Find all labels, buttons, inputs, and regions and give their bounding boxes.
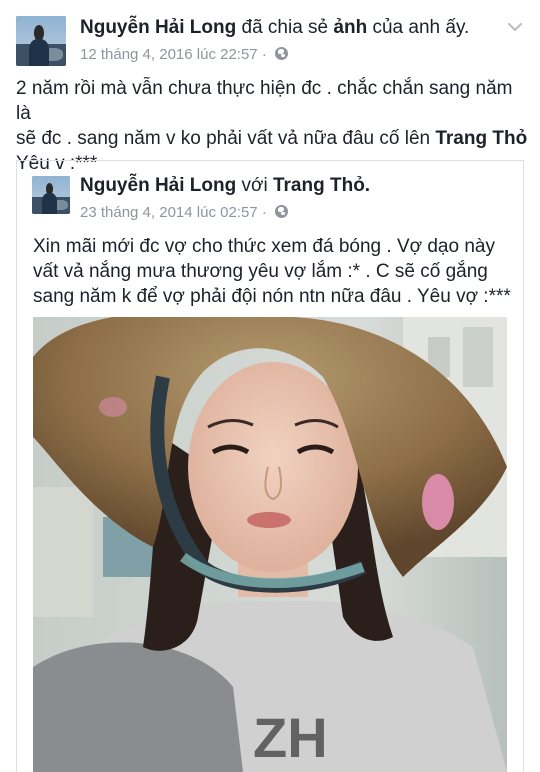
globe-icon[interactable] (275, 47, 288, 60)
shared-post-meta: 23 tháng 4, 2014 lúc 02:57 · (80, 203, 288, 223)
post-text-line: sẽ đc . sang năm v ko phải vất vả nữa đâ… (16, 128, 528, 149)
action-text: đã chia sẻ (241, 17, 329, 38)
tagged-user-link[interactable]: Trang Thỏ. (273, 175, 370, 196)
shared-post-header: Nguyễn Hải Long với Trang Thỏ. (80, 174, 370, 198)
post-timestamp[interactable]: 12 tháng 4, 2016 lúc 22:57 (80, 46, 258, 63)
post-meta: 12 tháng 4, 2016 lúc 22:57 · (80, 45, 288, 65)
shared-photo[interactable]: ZH (33, 317, 507, 772)
shared-text-line: sang năm k để vợ phải đội nón ntn nữa đâ… (33, 286, 511, 307)
action-object-link[interactable]: ảnh (333, 17, 367, 38)
action-suffix: của anh ấy. (372, 17, 470, 38)
shared-post-timestamp[interactable]: 23 tháng 4, 2014 lúc 02:57 (80, 204, 258, 221)
feed-post: Nguyễn Hải Long đã chia sẻ ảnh của anh ấ… (0, 0, 540, 772)
globe-icon[interactable] (275, 205, 288, 218)
post-text-line: 2 năm rồi mà vẫn chưa thực hiện đc . chắ… (16, 78, 513, 124)
shared-text-line: Xin mãi mới đc vợ cho thức xem đá bóng .… (33, 236, 495, 257)
author-name[interactable]: Nguyễn Hải Long (80, 17, 236, 38)
author-avatar[interactable] (16, 16, 66, 66)
with-text: với (241, 175, 268, 196)
portrait-image: ZH (33, 317, 507, 772)
shared-text-line: vất vả nắng mưa thương yêu vợ lắm :* . C… (33, 261, 488, 282)
post-header: Nguyễn Hải Long đã chia sẻ ảnh của anh ấ… (80, 16, 469, 40)
shared-author-name[interactable]: Nguyễn Hải Long (80, 175, 236, 196)
shared-post-body: Xin mãi mới đc vợ cho thức xem đá bóng .… (33, 234, 517, 309)
mention-link[interactable]: Trang Thỏ (435, 128, 527, 149)
chevron-down-icon[interactable] (506, 18, 524, 36)
svg-text:ZH: ZH (253, 706, 328, 769)
shared-author-avatar[interactable] (32, 176, 70, 214)
